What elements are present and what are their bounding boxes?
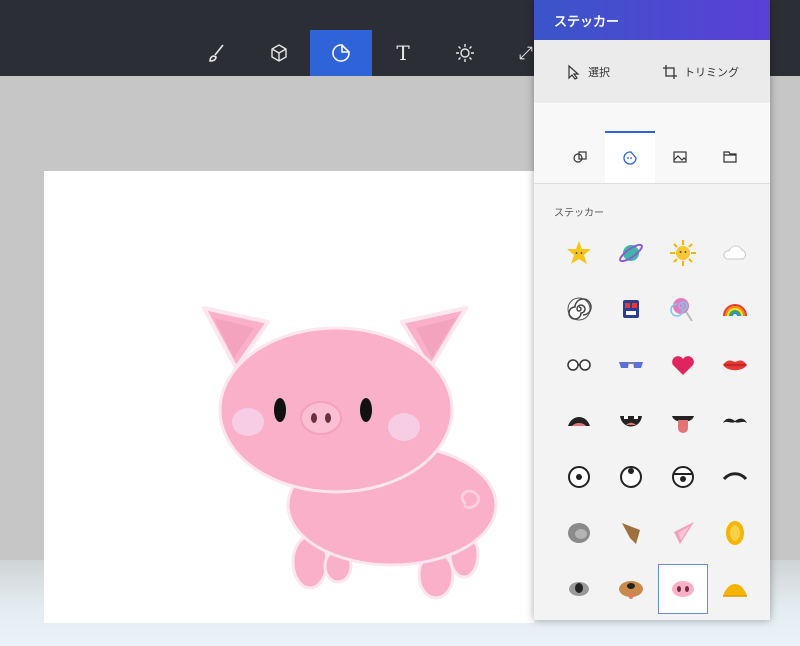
sticker-grid xyxy=(554,228,770,614)
planet-sticker[interactable] xyxy=(606,228,656,278)
sun-face-sticker[interactable] xyxy=(658,228,708,278)
grey-ear-sticker[interactable] xyxy=(554,508,604,558)
tongue-icon xyxy=(672,416,694,433)
rainbow-sticker[interactable] xyxy=(710,284,760,334)
rainbow-icon xyxy=(723,304,747,317)
spiral-sticker[interactable] xyxy=(554,284,604,334)
duck-beak-icon xyxy=(723,584,747,597)
sunglasses-sticker[interactable] xyxy=(606,340,656,390)
lollipop-icon xyxy=(670,298,693,322)
robot-face-icon xyxy=(623,300,639,318)
planet-icon xyxy=(619,243,643,263)
pig-drawing[interactable] xyxy=(198,300,498,600)
pig-nose-sticker[interactable] xyxy=(658,564,708,614)
yellow-ear-sticker[interactable] xyxy=(710,508,760,558)
lollipop-sticker[interactable] xyxy=(658,284,708,334)
pig-nose-icon xyxy=(672,581,694,597)
eye-sticker[interactable] xyxy=(554,452,604,502)
mustache-sticker[interactable] xyxy=(710,396,760,446)
lips-icon xyxy=(723,360,747,371)
robot-face-sticker[interactable] xyxy=(606,284,656,334)
smile-mouth-sticker[interactable] xyxy=(606,396,656,446)
image-icon xyxy=(673,151,687,163)
pig-snout xyxy=(300,401,342,435)
cloud-icon xyxy=(723,245,746,260)
brush-tool-button[interactable] xyxy=(186,30,248,76)
panel-header: ステッカー xyxy=(534,0,770,40)
koala-nose-icon xyxy=(569,582,589,596)
dog-nose-icon xyxy=(619,581,643,599)
text-icon: T xyxy=(396,41,410,65)
3d-shapes-tool-button[interactable] xyxy=(248,30,310,76)
heart-sticker[interactable] xyxy=(658,340,708,390)
tab-textures[interactable] xyxy=(655,131,705,183)
star-face-icon xyxy=(567,241,591,264)
pink-ear-sticker[interactable] xyxy=(658,508,708,558)
dog-nose-sticker[interactable] xyxy=(606,564,656,614)
stickers-tool-button[interactable] xyxy=(310,30,372,76)
tab-shapes[interactable] xyxy=(555,131,605,183)
eye-up-icon xyxy=(620,466,642,488)
glasses-sticker[interactable] xyxy=(554,340,604,390)
koala-nose-sticker[interactable] xyxy=(554,564,604,614)
duck-beak-sticker[interactable] xyxy=(710,564,760,614)
tab-stickers[interactable] xyxy=(605,131,655,183)
folder-icon xyxy=(723,151,737,163)
grey-ear-icon xyxy=(568,523,590,543)
text-tool-button[interactable]: T xyxy=(372,30,434,76)
cursor-icon xyxy=(568,64,580,80)
sun-icon xyxy=(456,44,474,62)
lips-sticker[interactable] xyxy=(710,340,760,390)
effects-tool-button[interactable] xyxy=(434,30,496,76)
tab-folder[interactable] xyxy=(705,131,755,183)
pig-nostril xyxy=(325,413,331,423)
canvas-tool-button[interactable] xyxy=(496,30,534,76)
sunglasses-icon xyxy=(619,362,643,368)
eye-sleepy-sticker[interactable] xyxy=(658,452,708,502)
sticker-icon xyxy=(332,44,350,62)
sticker-category-tabs xyxy=(534,131,770,184)
smile-mouth-icon xyxy=(620,416,642,427)
trim-button[interactable]: トリミング xyxy=(662,64,739,80)
open-mouth-sticker[interactable] xyxy=(554,396,604,446)
open-mouth-icon xyxy=(568,417,590,426)
eye-sleepy-icon xyxy=(672,466,694,488)
spiral-icon xyxy=(567,297,592,321)
select-button[interactable]: 選択 xyxy=(566,64,610,80)
cloud-sticker[interactable] xyxy=(710,228,760,278)
brown-ear-sticker[interactable] xyxy=(606,508,656,558)
yellow-ear-icon xyxy=(726,521,744,545)
section-title: ステッカー xyxy=(554,208,604,219)
resize-icon xyxy=(519,46,533,60)
glasses-icon xyxy=(567,359,591,371)
eyebrow-sticker[interactable] xyxy=(710,452,760,502)
sun-face-icon xyxy=(670,240,696,266)
tongue-sticker[interactable] xyxy=(658,396,708,446)
pig-nostril xyxy=(311,413,317,423)
pink-ear-icon xyxy=(674,522,694,544)
heart-icon xyxy=(672,356,694,375)
mustache-icon xyxy=(723,418,747,423)
pig-cheek-right xyxy=(388,413,420,441)
select-label: 選択 xyxy=(588,65,610,79)
pig-cheek-left xyxy=(232,408,264,436)
panel-actions: 選択 トリミング xyxy=(534,40,770,103)
shapes-icon xyxy=(573,151,587,163)
trim-label: トリミング xyxy=(684,65,739,79)
star-face-sticker[interactable] xyxy=(554,228,604,278)
brown-ear-icon xyxy=(622,523,640,544)
pig-eye-right xyxy=(360,398,372,422)
stickers-panel: ステッカー 選択 トリミング ステッカー xyxy=(534,0,770,620)
cube-icon xyxy=(271,44,287,62)
panel-title: ステッカー xyxy=(554,14,620,30)
brush-icon xyxy=(209,44,224,62)
eyebrow-icon xyxy=(722,472,748,481)
pig-eye-left xyxy=(274,398,286,422)
crop-icon xyxy=(663,64,677,79)
sticker-icon xyxy=(623,151,637,165)
eye-icon xyxy=(568,466,590,488)
eye-up-sticker[interactable] xyxy=(606,452,656,502)
